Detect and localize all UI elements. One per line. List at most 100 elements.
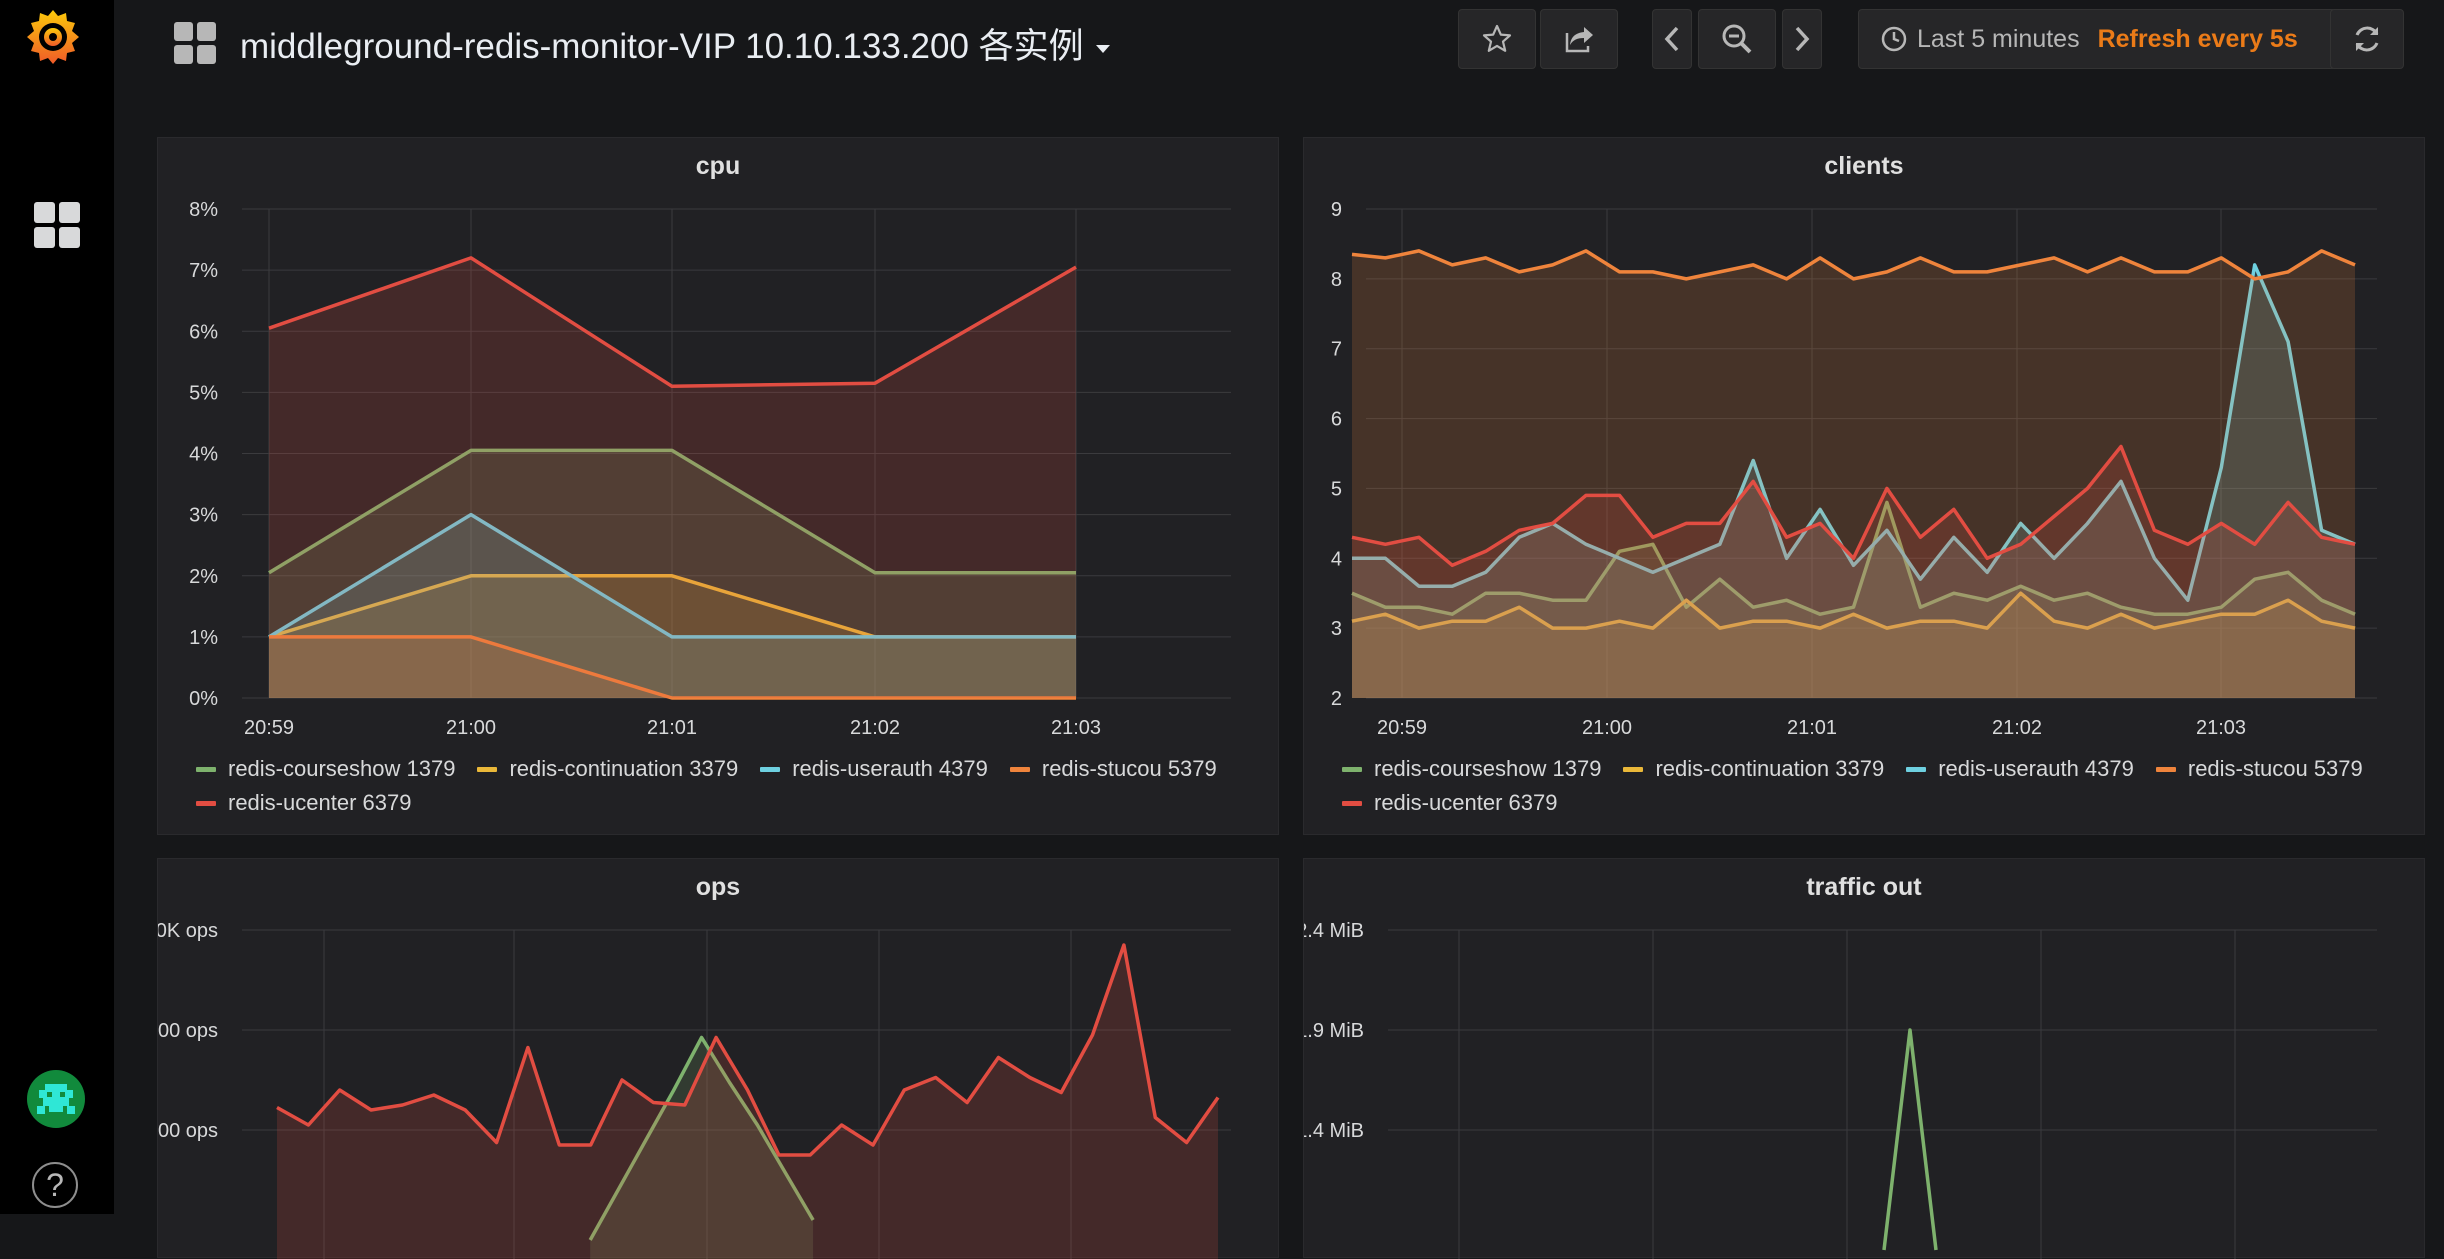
y-tick-label: 3% bbox=[189, 505, 218, 527]
time-back-button[interactable] bbox=[1652, 9, 1692, 69]
y-tick-label: 1% bbox=[189, 627, 218, 649]
legend-item[interactable]: redis-stucou 5379 bbox=[1010, 756, 1217, 782]
star-icon bbox=[1481, 23, 1513, 55]
legend-label: redis-courseshow 1379 bbox=[228, 756, 455, 782]
panel-cpu[interactable]: cpu 0%1%2%3%4%5%6%7%8%20:5921:0021:0121:… bbox=[157, 137, 1279, 835]
y-tick-label: 0% bbox=[189, 688, 218, 710]
legend-item[interactable]: redis-continuation 3379 bbox=[477, 756, 738, 782]
legend-item[interactable]: redis-userauth 4379 bbox=[1906, 756, 2134, 782]
plot-area: 0%1%2%3%4%5%6%7%8%20:5921:0021:0121:0221… bbox=[189, 199, 1231, 739]
legend-item[interactable]: redis-stucou 5379 bbox=[2156, 756, 2363, 782]
dashboards-grid-icon[interactable] bbox=[174, 22, 216, 64]
x-tick-label: 21:01 bbox=[1787, 717, 1837, 739]
y-tick-label: 6% bbox=[189, 321, 218, 343]
time-range-text: Last 5 minutes bbox=[1917, 25, 2080, 54]
clock-icon bbox=[1881, 26, 1907, 52]
dashboard-title-text: middleground-redis-monitor-VIP 10.10.133… bbox=[240, 27, 1084, 66]
x-tick-label: 20:59 bbox=[1377, 717, 1427, 739]
x-tick-label: 21:02 bbox=[850, 717, 900, 739]
y-tick-label: 800 ops bbox=[158, 1020, 218, 1042]
y-tick-label: 4% bbox=[189, 444, 218, 466]
legend-label: redis-userauth 4379 bbox=[1938, 756, 2134, 782]
panel-traffic-out[interactable]: traffic out 1.4 MiB1.9 MiB2.4 MiB bbox=[1303, 858, 2425, 1258]
share-icon bbox=[1562, 23, 1596, 55]
legend-label: redis-stucou 5379 bbox=[1042, 756, 1217, 782]
dashboard-title[interactable]: middleground-redis-monitor-VIP 10.10.133… bbox=[240, 18, 1110, 69]
y-tick-label: 8 bbox=[1331, 269, 1342, 291]
star-button[interactable] bbox=[1458, 9, 1536, 69]
y-tick-label: 1.0K ops bbox=[158, 920, 218, 942]
clients-graph[interactable]: 2 3 4 5 6 7 8 9 20:59 21:00 21:01 21:02 21:03 bbox=[1304, 138, 2426, 836]
legend-item[interactable]: redis-ucenter 6379 bbox=[196, 790, 411, 816]
legend-label: redis-courseshow 1379 bbox=[1374, 756, 1601, 782]
y-tick-label: 2 bbox=[1331, 688, 1342, 710]
y-tick-label: 600 ops bbox=[158, 1120, 218, 1142]
y-tick-label: 2% bbox=[189, 566, 218, 588]
y-tick-label: 8% bbox=[189, 199, 218, 221]
clients-legend: redis-courseshow 1379 redis-continuation … bbox=[1342, 756, 2404, 816]
y-tick-label: 7% bbox=[189, 260, 218, 282]
series-area bbox=[277, 945, 1218, 1259]
y-tick-label: 5% bbox=[189, 382, 218, 404]
x-tick-label: 21:01 bbox=[647, 717, 697, 739]
y-tick-label: 1.4 MiB bbox=[1304, 1120, 1364, 1142]
dashboards-grid-icon[interactable] bbox=[32, 200, 82, 250]
legend-item[interactable]: redis-ucenter 6379 bbox=[1342, 790, 1557, 816]
time-picker-button[interactable]: Last 5 minutes Refresh every 5s bbox=[1858, 9, 2338, 69]
legend-item[interactable]: redis-courseshow 1379 bbox=[1342, 756, 1601, 782]
legend-swatch bbox=[196, 801, 216, 806]
y-tick-label: 7 bbox=[1331, 339, 1342, 361]
plot-area: 1.4 MiB1.9 MiB2.4 MiB bbox=[1304, 920, 2377, 1259]
legend-swatch bbox=[1623, 767, 1643, 772]
zoom-out-button[interactable] bbox=[1698, 9, 1776, 69]
legend-label: redis-continuation 3379 bbox=[1655, 756, 1884, 782]
refresh-interval-text: Refresh every 5s bbox=[2098, 25, 2298, 54]
legend-label: redis-ucenter 6379 bbox=[1374, 790, 1557, 816]
x-tick-label: 21:00 bbox=[1582, 717, 1632, 739]
chevron-down-icon bbox=[1096, 45, 1110, 53]
series-line bbox=[1884, 1030, 1936, 1250]
refresh-icon bbox=[2351, 23, 2383, 55]
grafana-logo-icon[interactable] bbox=[22, 6, 84, 68]
ops-graph[interactable]: 600 ops 800 ops 1.0K ops bbox=[158, 859, 1280, 1259]
legend-swatch bbox=[477, 767, 497, 772]
legend-label: redis-userauth 4379 bbox=[792, 756, 988, 782]
legend-swatch bbox=[2156, 767, 2176, 772]
refresh-button[interactable] bbox=[2330, 9, 2404, 69]
plot-area: 600 ops 800 ops 1.0K ops bbox=[158, 920, 1231, 1259]
y-tick-label: 6 bbox=[1331, 409, 1342, 431]
chevron-right-icon bbox=[1794, 26, 1810, 52]
time-forward-button[interactable] bbox=[1782, 9, 1822, 69]
legend-item[interactable]: redis-userauth 4379 bbox=[760, 756, 988, 782]
y-tick-label: 3 bbox=[1331, 618, 1342, 640]
legend-swatch bbox=[1342, 767, 1362, 772]
y-tick-label: 4 bbox=[1331, 548, 1342, 570]
cpu-legend: redis-courseshow 1379 redis-continuation … bbox=[196, 756, 1258, 816]
legend-swatch bbox=[1342, 801, 1362, 806]
side-menu: ? bbox=[0, 0, 114, 1214]
help-icon[interactable]: ? bbox=[32, 1162, 78, 1208]
cpu-graph[interactable]: 0%1%2%3%4%5%6%7%8%20:5921:0021:0121:0221… bbox=[158, 138, 1280, 836]
legend-item[interactable]: redis-continuation 3379 bbox=[1623, 756, 1884, 782]
x-tick-label: 21:03 bbox=[2196, 717, 2246, 739]
y-tick-label: 5 bbox=[1331, 478, 1342, 500]
legend-item[interactable]: redis-courseshow 1379 bbox=[196, 756, 455, 782]
y-tick-label: 1.9 MiB bbox=[1304, 1020, 1364, 1042]
panel-ops[interactable]: ops 600 ops800 ops1.0K ops bbox=[157, 858, 1279, 1258]
y-tick-label: 9 bbox=[1331, 199, 1342, 221]
x-tick-label: 21:02 bbox=[1992, 717, 2042, 739]
legend-label: redis-stucou 5379 bbox=[2188, 756, 2363, 782]
traffic-out-graph[interactable]: 1.4 MiB1.9 MiB2.4 MiB bbox=[1304, 859, 2426, 1259]
legend-swatch bbox=[1906, 767, 1926, 772]
chevron-left-icon bbox=[1664, 26, 1680, 52]
panel-clients[interactable]: clients 2345678920:5921:0021:0121:0221:0… bbox=[1303, 137, 2425, 835]
plot-area: 2 3 4 5 6 7 8 9 20:59 21:00 21:01 21:02 21:03 bbox=[1331, 199, 2377, 739]
user-avatar-icon[interactable] bbox=[27, 1070, 85, 1128]
legend-swatch bbox=[760, 767, 780, 772]
legend-label: redis-ucenter 6379 bbox=[228, 790, 411, 816]
legend-label: redis-continuation 3379 bbox=[509, 756, 738, 782]
legend-swatch bbox=[196, 767, 216, 772]
share-button[interactable] bbox=[1540, 9, 1618, 69]
x-tick-label: 21:03 bbox=[1051, 717, 1101, 739]
dashboard-navbar: middleground-redis-monitor-VIP 10.10.133… bbox=[114, 0, 2444, 110]
